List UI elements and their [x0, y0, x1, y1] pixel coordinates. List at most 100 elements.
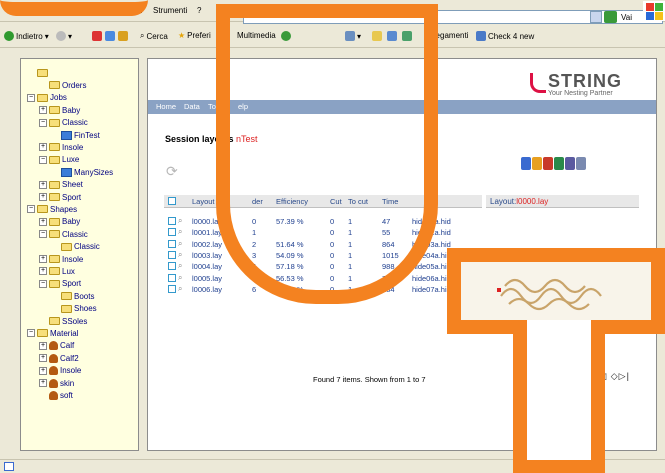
windows-logo-icon [643, 1, 665, 21]
table-cell[interactable]: l0004.lay [192, 262, 222, 271]
back-button[interactable]: Indietro ▾ [4, 31, 49, 41]
folder-icon [37, 93, 48, 102]
row-checkbox[interactable] [168, 273, 176, 282]
favorites-button[interactable]: ★ Preferi [178, 31, 211, 40]
expand-icon[interactable]: + [39, 180, 47, 189]
expand-icon[interactable]: + [39, 341, 47, 350]
expand-icon[interactable]: + [39, 143, 47, 152]
collapse-icon[interactable]: − [27, 205, 35, 214]
tree-item[interactable]: − Shapes [27, 203, 77, 215]
expand-icon[interactable]: + [39, 366, 47, 375]
tree-item-label: Baby [62, 105, 81, 115]
expand-icon[interactable]: + [39, 217, 47, 226]
tree-item[interactable]: + Calf2 [39, 352, 79, 364]
check-button[interactable]: Check 4 new [476, 31, 534, 41]
tree-item[interactable]: + Insole [39, 365, 81, 377]
nav-home[interactable]: Home [156, 102, 176, 111]
tree-item[interactable]: + Insole [39, 253, 83, 265]
row-checkbox[interactable] [168, 217, 176, 225]
favorites-label: Preferi [187, 31, 211, 40]
menu-help[interactable]: ? [197, 6, 201, 15]
brand-logo: STRING Your Nesting Partner [524, 71, 634, 97]
table-cell[interactable]: l0003.lay [192, 251, 222, 260]
refresh-icon[interactable]: ⟳ [166, 163, 178, 180]
tree-item[interactable]: + Calf [39, 340, 74, 352]
search-icon: ⌕ [140, 31, 145, 40]
preview-icon[interactable]: ⌕ [178, 227, 182, 237]
refresh-button[interactable] [105, 31, 115, 41]
row-checkbox[interactable] [168, 228, 176, 237]
tree-item[interactable] [27, 67, 50, 79]
preview-icon[interactable]: ⌕ [178, 239, 182, 249]
select-all-checkbox[interactable] [168, 197, 176, 205]
expand-icon[interactable]: + [39, 255, 47, 263]
tree-item[interactable]: + Sport [39, 191, 81, 203]
col-layout[interactable]: Layout [192, 197, 215, 206]
forward-button[interactable]: ▾ [56, 31, 72, 41]
shapes-tool-icon[interactable] [532, 157, 542, 170]
tree-item[interactable]: Shoes [51, 303, 97, 315]
nav-data[interactable]: Data [184, 102, 200, 111]
tree-item[interactable]: + Sheet [39, 179, 83, 191]
tree-item[interactable]: SSoles [39, 315, 87, 327]
table-cell[interactable]: l0002.lay [192, 240, 222, 249]
preview-icon[interactable]: ⌕ [178, 284, 182, 294]
table-cell: hide06a.hid [412, 273, 451, 283]
tree-item[interactable]: − Sport [39, 278, 81, 290]
folder-icon [49, 143, 60, 152]
table-cell[interactable]: l0005.lay [192, 274, 222, 283]
table-cell[interactable]: l0001.lay [192, 228, 222, 237]
go-icon[interactable] [604, 11, 617, 23]
tree-item[interactable]: Orders [39, 79, 86, 91]
tree-item-label: Classic [74, 242, 100, 252]
tree-item[interactable]: − Material [27, 327, 78, 339]
tree-item[interactable]: + Baby [39, 104, 80, 116]
tree-item-label: Insole [60, 366, 82, 376]
menu-strumenti[interactable]: Strumenti [153, 6, 187, 15]
tree-item[interactable]: Boots [51, 290, 94, 302]
preview-icon[interactable]: ⌕ [178, 216, 182, 226]
row-checkbox[interactable] [168, 284, 176, 293]
collapse-icon[interactable]: − [39, 230, 47, 239]
search-button[interactable]: ⌕ Cerca [140, 31, 168, 41]
row-checkbox[interactable] [168, 262, 176, 271]
collapse-icon[interactable]: − [27, 329, 35, 338]
tree-item[interactable]: − Jobs [27, 92, 67, 104]
expand-icon[interactable]: + [39, 193, 47, 201]
home-button[interactable] [118, 31, 128, 41]
palette-tool-icon[interactable] [554, 157, 564, 170]
expand-icon[interactable]: + [39, 267, 47, 276]
tree-item[interactable]: ManySizes [51, 166, 113, 178]
tree-item[interactable]: + Baby [39, 216, 80, 228]
grid-tool-icon[interactable] [565, 157, 575, 170]
material-tool-icon[interactable] [543, 157, 553, 170]
go-label[interactable]: Vai [621, 13, 632, 22]
tree-item[interactable]: + Insole [39, 141, 83, 153]
tree-item[interactable]: FinTest [51, 129, 100, 141]
expand-icon[interactable]: + [39, 106, 47, 115]
address-dropdown-icon[interactable] [590, 11, 602, 23]
document-tool-icon[interactable] [576, 157, 586, 170]
layout-tool-icon[interactable] [521, 157, 531, 170]
preview-icon[interactable]: ⌕ [178, 273, 182, 283]
preview-icon[interactable]: ⌕ [178, 261, 182, 271]
expand-icon[interactable]: + [39, 379, 47, 387]
table-cell[interactable]: l0006.lay [192, 285, 222, 294]
tree-item[interactable]: soft [39, 389, 73, 401]
row-checkbox[interactable] [168, 250, 176, 259]
tree-item[interactable]: − Classic [39, 228, 88, 240]
folder-icon [49, 193, 60, 201]
tree-item[interactable]: − Classic [39, 117, 88, 129]
tree-item[interactable]: + skin [39, 377, 74, 389]
collapse-icon[interactable]: − [39, 279, 47, 288]
tree-item[interactable]: Classic [51, 241, 100, 253]
preview-icon[interactable]: ⌕ [178, 250, 182, 260]
row-checkbox[interactable] [168, 239, 176, 248]
collapse-icon[interactable]: − [39, 155, 47, 164]
collapse-icon[interactable]: − [27, 93, 35, 102]
stop-button[interactable] [92, 31, 102, 41]
tree-item[interactable]: − Luxe [39, 154, 79, 166]
collapse-icon[interactable]: − [39, 118, 47, 127]
tree-item[interactable]: + Lux [39, 265, 75, 277]
expand-icon[interactable]: + [39, 354, 47, 363]
